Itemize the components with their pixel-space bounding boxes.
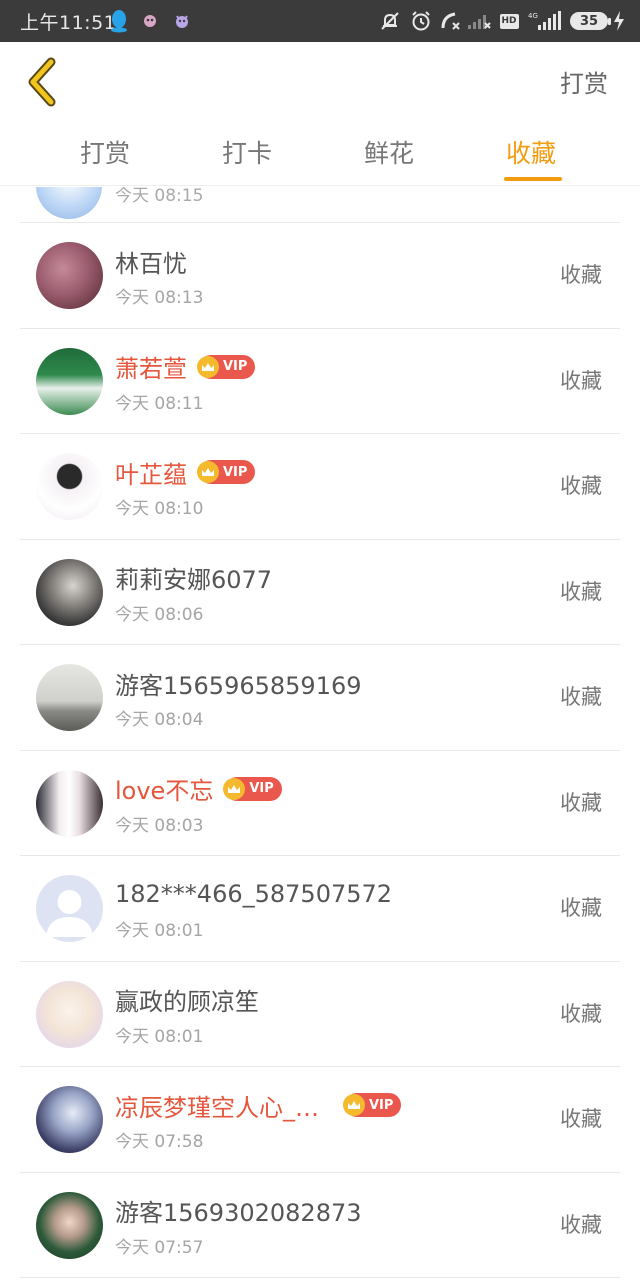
user-name: 林百忧 [115, 249, 187, 278]
app-notification-icon [172, 9, 192, 33]
favorites-list: 今天 08:15 林百忧 今天 08:13 收藏 萧若萱 VIP 今天 08:1… [0, 187, 640, 1280]
user-name: 游客1565965859169 [115, 671, 362, 700]
avatar [36, 1191, 103, 1259]
item-action-label: 收藏 [560, 1212, 602, 1237]
item-action-label: 收藏 [560, 474, 602, 498]
charging-icon [612, 9, 626, 33]
signal-icon [466, 9, 492, 33]
user-name: 游客1569302082873 [115, 1199, 362, 1227]
avatar [36, 187, 102, 219]
tab-checkin[interactable]: 打卡 [222, 134, 272, 170]
item-time: 今天 08:01 [115, 1026, 204, 1047]
tab-flowers[interactable]: 鲜花 [364, 134, 414, 170]
item-time: 今天 08:11 [115, 393, 204, 414]
item-action-label: 收藏 [560, 579, 602, 604]
item-time: 今天 08:06 [115, 604, 204, 625]
item-time: 今天 08:10 [115, 499, 204, 519]
alarm-icon [409, 9, 433, 33]
item-action-label: 收藏 [560, 263, 602, 287]
user-name: 凉辰梦瑾空人心_… [115, 1093, 319, 1122]
crown-icon [223, 777, 246, 800]
list-item[interactable]: 赢政的顾凉笙 今天 08:01 收藏 [20, 962, 620, 1067]
list-item[interactable]: 今天 08:15 [20, 187, 620, 223]
top-bar: 打赏 [0, 42, 640, 124]
back-button[interactable] [22, 56, 62, 108]
chevron-left-icon [28, 57, 56, 107]
avatar [36, 242, 103, 309]
avatar [36, 980, 103, 1048]
item-action-label: 收藏 [560, 1001, 602, 1026]
tab-reward[interactable]: 打赏 [80, 134, 130, 170]
vip-badge: VIP [197, 354, 256, 379]
list-item[interactable]: 叶芷蕴 VIP 今天 08:10 收藏 [20, 434, 620, 540]
item-time: 今天 08:15 [115, 187, 204, 206]
avatar [36, 875, 103, 942]
item-time: 今天 08:03 [115, 815, 204, 836]
qq-icon [107, 9, 131, 33]
vip-badge: VIP [197, 460, 256, 484]
mute-icon [378, 9, 402, 33]
tab-bar: 打赏 打卡 鲜花 收藏 [0, 124, 640, 186]
svg-text:4G: 4G [528, 12, 538, 20]
item-time: 今天 08:04 [115, 710, 204, 730]
avatar [36, 664, 103, 731]
list-item[interactable]: 林百忧 今天 08:13 收藏 [20, 223, 620, 329]
reward-button[interactable]: 打赏 [560, 64, 608, 99]
battery-icon: 35 [569, 9, 611, 33]
app-notification-icon [140, 9, 160, 33]
list-item[interactable]: 游客1569302082873 今天 07:57 收藏 [20, 1173, 620, 1278]
active-tab-indicator [504, 177, 562, 181]
default-user-icon [46, 890, 93, 937]
missed-call-icon [439, 9, 463, 33]
list-item[interactable]: 莉莉安娜6077 今天 08:06 收藏 [20, 540, 620, 645]
user-name: 萧若萱 [115, 355, 187, 383]
avatar [36, 558, 103, 626]
crown-icon [197, 461, 219, 483]
tab-favorites[interactable]: 收藏 [506, 134, 556, 170]
crown-icon [197, 355, 219, 378]
item-action-label: 收藏 [560, 1107, 602, 1131]
avatar [36, 453, 103, 520]
user-name: love不忘 [115, 777, 214, 805]
crown-icon [343, 1094, 365, 1116]
item-time: 今天 08:13 [115, 288, 204, 308]
status-bar: 上午11:51 HD 4G 35 [0, 0, 640, 42]
signal-4g-icon: 4G [527, 9, 563, 33]
avatar [36, 347, 103, 415]
item-time: 今天 08:01 [115, 921, 204, 941]
item-time: 今天 07:58 [115, 1132, 204, 1152]
vip-badge: VIP [223, 776, 282, 801]
item-action-label: 收藏 [560, 790, 602, 815]
item-time: 今天 07:57 [115, 1237, 204, 1258]
item-action-label: 收藏 [560, 368, 602, 393]
list-item[interactable]: love不忘 VIP 今天 08:03 收藏 [20, 751, 620, 856]
user-name: 叶芷蕴 [115, 460, 187, 489]
user-name: 182***466_587507572 [115, 880, 393, 908]
list-item[interactable]: 182***466_587507572 今天 08:01 收藏 [20, 856, 620, 962]
status-time: 上午11:51 [20, 12, 117, 34]
list-item[interactable]: 游客1565965859169 今天 08:04 收藏 [20, 645, 620, 751]
user-name: 莉莉安娜6077 [115, 566, 273, 594]
avatar [36, 1086, 103, 1153]
list-item[interactable]: 凉辰梦瑾空人心_… VIP 今天 07:58 收藏 [20, 1067, 620, 1173]
item-action-label: 收藏 [560, 896, 602, 920]
avatar [36, 769, 103, 837]
list-item[interactable]: 萧若萱 VIP 今天 08:11 收藏 [20, 329, 620, 434]
user-name: 赢政的顾凉笙 [115, 988, 259, 1016]
item-action-label: 收藏 [560, 685, 602, 709]
vip-badge: VIP [343, 1093, 402, 1117]
hd-icon: HD [499, 9, 519, 33]
